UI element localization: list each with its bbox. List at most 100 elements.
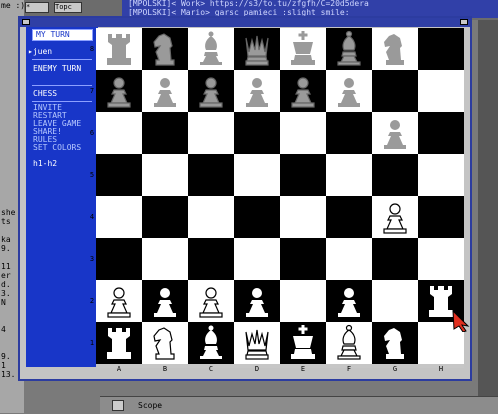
white-pawn-icon[interactable] [372,196,418,238]
square-e3[interactable] [280,238,326,280]
chat-line: [MPOLSKI]< Work> https://s3/to.tu/zfgfh/… [128,0,369,8]
square-b3[interactable] [142,238,188,280]
black-pawn-icon[interactable] [372,112,418,154]
square-c3[interactable] [188,238,234,280]
white-rook-icon[interactable] [96,322,142,364]
square-b4[interactable] [142,196,188,238]
white-pawn-icon[interactable] [188,280,234,322]
terminal-line: 11 [1,262,11,271]
file-label: A [116,365,122,373]
file-label: G [392,365,398,373]
black-pawn-icon[interactable] [96,70,142,112]
square-c4[interactable] [188,196,234,238]
rank-label: 3 [89,255,95,263]
square-c6[interactable] [188,112,234,154]
terminal-line: 9. [1,352,11,361]
black-pawn-icon[interactable] [142,70,188,112]
white-pawn-icon[interactable] [96,280,142,322]
square-h7[interactable] [418,70,464,112]
file-label: C [208,365,214,373]
square-a6[interactable] [96,112,142,154]
black-pawn-icon[interactable] [234,70,280,112]
white-pawn-icon[interactable] [142,280,188,322]
square-d6[interactable] [234,112,280,154]
chess-window-titlebar[interactable] [20,18,470,27]
window-close-button[interactable] [22,19,30,25]
background-window-edge [478,20,498,396]
square-a3[interactable] [96,238,142,280]
white-queen-icon[interactable] [234,322,280,364]
terminal-line: N [1,298,6,307]
square-g5[interactable] [372,154,418,196]
square-b6[interactable] [142,112,188,154]
white-king-icon[interactable] [280,322,326,364]
terminal-line: er [1,271,11,280]
bg-tab-2[interactable]: Topc [54,2,82,13]
bg-tab-1[interactable]: * [25,2,49,13]
square-b5[interactable] [142,154,188,196]
square-g2[interactable] [372,280,418,322]
my-turn-label: MY TURN [36,30,70,39]
scope-window-title: Scope [138,401,163,410]
square-a4[interactable] [96,196,142,238]
square-e2[interactable] [280,280,326,322]
sidebar-divider [32,85,92,86]
enemy-turn-label: ENEMY TURN [33,64,82,73]
terminal-line: me :) [1,1,26,10]
mouse-pointer-icon [452,310,470,332]
black-pawn-icon[interactable] [188,70,234,112]
square-d5[interactable] [234,154,280,196]
last-move: h1-h2 [33,159,58,168]
white-knight-icon[interactable] [142,322,188,364]
terminal-line: 13. [1,370,16,379]
square-h4[interactable] [418,196,464,238]
white-bishop-icon[interactable] [326,322,372,364]
terminal-line: she [1,208,16,217]
sidebar-divider [32,59,92,60]
square-d3[interactable] [234,238,280,280]
turn-indicator: MY TURN [32,29,93,41]
black-bishop-icon[interactable] [188,28,234,70]
square-h6[interactable] [418,112,464,154]
square-d4[interactable] [234,196,280,238]
white-bishop-icon[interactable] [188,322,234,364]
square-f6[interactable] [326,112,372,154]
sidebar-divider [32,101,92,102]
square-a5[interactable] [96,154,142,196]
square-g3[interactable] [372,238,418,280]
square-f3[interactable] [326,238,372,280]
square-g7[interactable] [372,70,418,112]
white-pawn-icon[interactable] [326,280,372,322]
black-knight-icon[interactable] [142,28,188,70]
player-name: ▸juen [28,47,53,56]
square-h3[interactable] [418,238,464,280]
square-e5[interactable] [280,154,326,196]
square-h8[interactable] [418,28,464,70]
game-sidebar: MY TURN ▸juen ENEMY TURN CHESS INVITE RE… [26,27,98,367]
black-pawn-icon[interactable] [326,70,372,112]
square-e6[interactable] [280,112,326,154]
menu-set-colors[interactable]: SET COLORS [33,143,81,152]
black-pawn-icon[interactable] [280,70,326,112]
black-knight-icon[interactable] [372,28,418,70]
black-queen-icon[interactable] [234,28,280,70]
game-title: CHESS [33,89,58,98]
black-rook-icon[interactable] [96,28,142,70]
window-depth-button[interactable] [460,19,468,25]
square-h5[interactable] [418,154,464,196]
white-knight-icon[interactable] [372,322,418,364]
black-king-icon[interactable] [280,28,326,70]
rank-label: 6 [89,129,95,137]
scope-close-button[interactable] [112,400,124,411]
file-label: D [254,365,260,373]
terminal-line: ts [1,217,11,226]
rank-label: 4 [89,213,95,221]
black-bishop-icon[interactable] [326,28,372,70]
square-c5[interactable] [188,154,234,196]
scope-window-titlebar: Scope [100,396,498,414]
white-pawn-icon[interactable] [234,280,280,322]
square-f5[interactable] [326,154,372,196]
terminal-line: 9. [1,244,11,253]
square-f4[interactable] [326,196,372,238]
square-e4[interactable] [280,196,326,238]
